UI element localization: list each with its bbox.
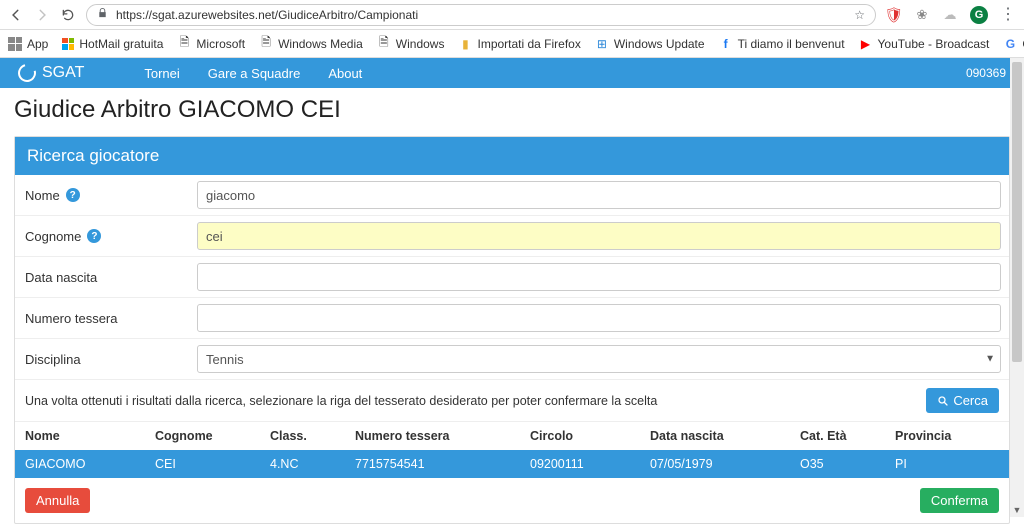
- help-icon[interactable]: ?: [87, 229, 101, 243]
- td-nascita: 07/05/1979: [650, 457, 800, 471]
- bookmark-winupdate[interactable]: ⊞Windows Update: [595, 37, 705, 51]
- nav-gare[interactable]: Gare a Squadre: [208, 66, 301, 81]
- app-navbar: SGAT Tornei Gare a Squadre About 090369: [0, 58, 1024, 88]
- page-icon: 🗎: [259, 37, 273, 51]
- apps-grid-icon: [8, 37, 22, 51]
- apps-button[interactable]: App: [8, 37, 48, 51]
- google-icon: G: [1003, 37, 1017, 51]
- ms-logo-icon: [62, 38, 74, 50]
- instruction-row: Una volta ottenuti i risultati dalla ric…: [15, 380, 1009, 422]
- select-disciplina[interactable]: Tennis: [197, 345, 1001, 373]
- bookmark-youtube[interactable]: ▶YouTube - Broadcast: [859, 37, 990, 51]
- help-icon[interactable]: ?: [66, 188, 80, 202]
- label-tessera: Numero tessera: [25, 311, 117, 326]
- search-panel: Ricerca giocatore Nome? Cognome? Data na…: [14, 136, 1010, 524]
- nav-about[interactable]: About: [328, 66, 362, 81]
- ublock-icon[interactable]: 🛡: [886, 7, 902, 23]
- bookmark-microsoft[interactable]: 🗎Microsoft: [177, 37, 245, 51]
- search-button[interactable]: Cerca: [926, 388, 999, 413]
- label-cognome: Cognome: [25, 229, 81, 244]
- row-tessera: Numero tessera: [15, 298, 1009, 339]
- confirm-button[interactable]: Conferma: [920, 488, 999, 513]
- search-icon: [937, 395, 949, 407]
- windows-icon: ⊞: [595, 37, 609, 51]
- app-brand[interactable]: SGAT: [18, 64, 84, 82]
- folder-icon: ▮: [458, 37, 472, 51]
- row-data-nascita: Data nascita: [15, 257, 1009, 298]
- sgat-logo-icon: [15, 61, 40, 86]
- label-data-nascita: Data nascita: [25, 270, 97, 285]
- th-cognome: Cognome: [155, 429, 270, 443]
- td-eta: O35: [800, 457, 895, 471]
- bookmark-bar: App HotMail gratuita 🗎Microsoft 🗎Windows…: [0, 30, 1024, 58]
- td-prov: PI: [895, 457, 999, 471]
- back-button[interactable]: [8, 7, 24, 23]
- youtube-icon: ▶: [859, 37, 873, 51]
- reload-button[interactable]: [60, 7, 76, 23]
- bookmark-wmedia[interactable]: 🗎Windows Media: [259, 37, 363, 51]
- bookmark-windows[interactable]: 🗎Windows: [377, 37, 445, 51]
- label-disciplina: Disciplina: [25, 352, 81, 367]
- row-disciplina: Disciplina Tennis▼: [15, 339, 1009, 380]
- page-title: Giudice Arbitro GIACOMO CEI: [0, 88, 1024, 136]
- extension-icon-2[interactable]: ☁: [942, 7, 958, 23]
- th-nome: Nome: [25, 429, 155, 443]
- bookmark-hotmail[interactable]: HotMail gratuita: [62, 37, 163, 51]
- input-nome[interactable]: [197, 181, 1001, 209]
- facebook-icon: f: [719, 37, 733, 51]
- star-icon[interactable]: ☆: [854, 8, 865, 22]
- input-tessera[interactable]: [197, 304, 1001, 332]
- label-nome: Nome: [25, 188, 60, 203]
- td-nome: GIACOMO: [25, 457, 155, 471]
- th-circolo: Circolo: [530, 429, 650, 443]
- instruction-text: Una volta ottenuti i risultati dalla ric…: [25, 394, 926, 408]
- th-nascita: Data nascita: [650, 429, 800, 443]
- bookmark-firefox[interactable]: ▮Importati da Firefox: [458, 37, 580, 51]
- lock-icon: [97, 7, 108, 22]
- bookmark-fb[interactable]: fTi diamo il benvenut: [719, 37, 845, 51]
- page-icon: 🗎: [177, 37, 191, 51]
- nav-tornei[interactable]: Tornei: [144, 66, 179, 81]
- scroll-thumb[interactable]: [1012, 62, 1022, 362]
- user-id: 090369: [966, 66, 1006, 80]
- page-icon: 🗎: [377, 37, 391, 51]
- footer-buttons: Annulla Conferma: [15, 478, 1009, 523]
- input-data-nascita[interactable]: [197, 263, 1001, 291]
- scroll-down-icon[interactable]: ▼: [1010, 503, 1024, 517]
- address-bar[interactable]: https://sgat.azurewebsites.net/GiudiceAr…: [86, 4, 876, 26]
- cancel-button[interactable]: Annulla: [25, 488, 90, 513]
- td-tessera: 7715754541: [355, 457, 530, 471]
- th-class: Class.: [270, 429, 355, 443]
- td-cognome: CEI: [155, 457, 270, 471]
- row-nome: Nome?: [15, 175, 1009, 216]
- results-row[interactable]: GIACOMO CEI 4.NC 7715754541 09200111 07/…: [15, 450, 1009, 478]
- profile-avatar[interactable]: G: [970, 6, 988, 24]
- th-eta: Cat. Età: [800, 429, 895, 443]
- th-prov: Provincia: [895, 429, 999, 443]
- browser-toolbar: https://sgat.azurewebsites.net/GiudiceAr…: [0, 0, 1024, 30]
- input-cognome[interactable]: [197, 222, 1001, 250]
- menu-dots-icon[interactable]: ⋮: [1000, 7, 1016, 23]
- scrollbar[interactable]: ▲ ▼: [1010, 58, 1024, 517]
- bookmark-google[interactable]: GGoogle: [1003, 37, 1024, 51]
- td-class: 4.NC: [270, 457, 355, 471]
- results-header: Nome Cognome Class. Numero tessera Circo…: [15, 422, 1009, 450]
- url-text: https://sgat.azurewebsites.net/GiudiceAr…: [116, 8, 846, 22]
- row-cognome: Cognome?: [15, 216, 1009, 257]
- extension-icon[interactable]: ❀: [914, 7, 930, 23]
- panel-heading: Ricerca giocatore: [15, 137, 1009, 175]
- forward-button[interactable]: [34, 7, 50, 23]
- th-tessera: Numero tessera: [355, 429, 530, 443]
- td-circolo: 09200111: [530, 457, 650, 471]
